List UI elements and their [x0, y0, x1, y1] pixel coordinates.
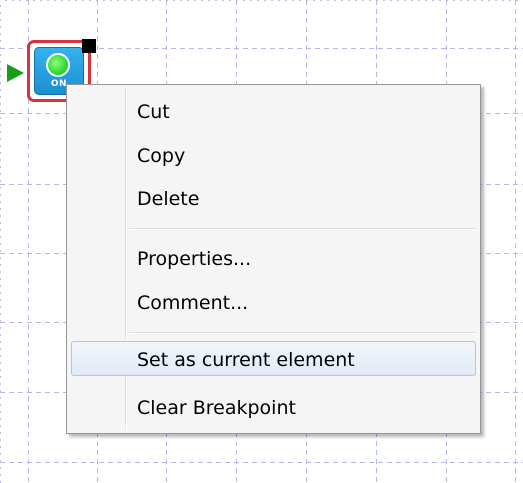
- menu-item-delete[interactable]: Delete: [71, 180, 476, 215]
- menu-item-label: Properties...: [137, 248, 252, 270]
- grid-line: [515, 0, 516, 483]
- menu-item-clear-breakpoint[interactable]: Clear Breakpoint: [71, 389, 476, 424]
- context-menu: Cut Copy Delete Properties... Comment...…: [66, 84, 481, 434]
- input-connector-arrow-icon[interactable]: [7, 64, 24, 82]
- grid-line: [0, 462, 523, 463]
- menu-separator: [129, 332, 476, 334]
- menu-item-label: Copy: [137, 145, 186, 167]
- green-lamp-icon: [46, 53, 70, 77]
- menu-item-label: Set as current element: [137, 349, 355, 371]
- menu-item-label: Clear Breakpoint: [137, 397, 296, 419]
- menu-separator: [129, 228, 476, 230]
- menu-item-comment[interactable]: Comment...: [71, 284, 476, 319]
- menu-item-label: Delete: [137, 188, 200, 210]
- selection-handle[interactable]: [82, 39, 96, 53]
- menu-item-cut[interactable]: Cut: [71, 93, 476, 128]
- menu-item-set-as-current-element[interactable]: Set as current element: [71, 341, 476, 376]
- menu-item-copy[interactable]: Copy: [71, 137, 476, 172]
- menu-item-label: Comment...: [137, 292, 249, 314]
- menu-item-label: Cut: [137, 101, 170, 123]
- menu-item-properties[interactable]: Properties...: [71, 240, 476, 275]
